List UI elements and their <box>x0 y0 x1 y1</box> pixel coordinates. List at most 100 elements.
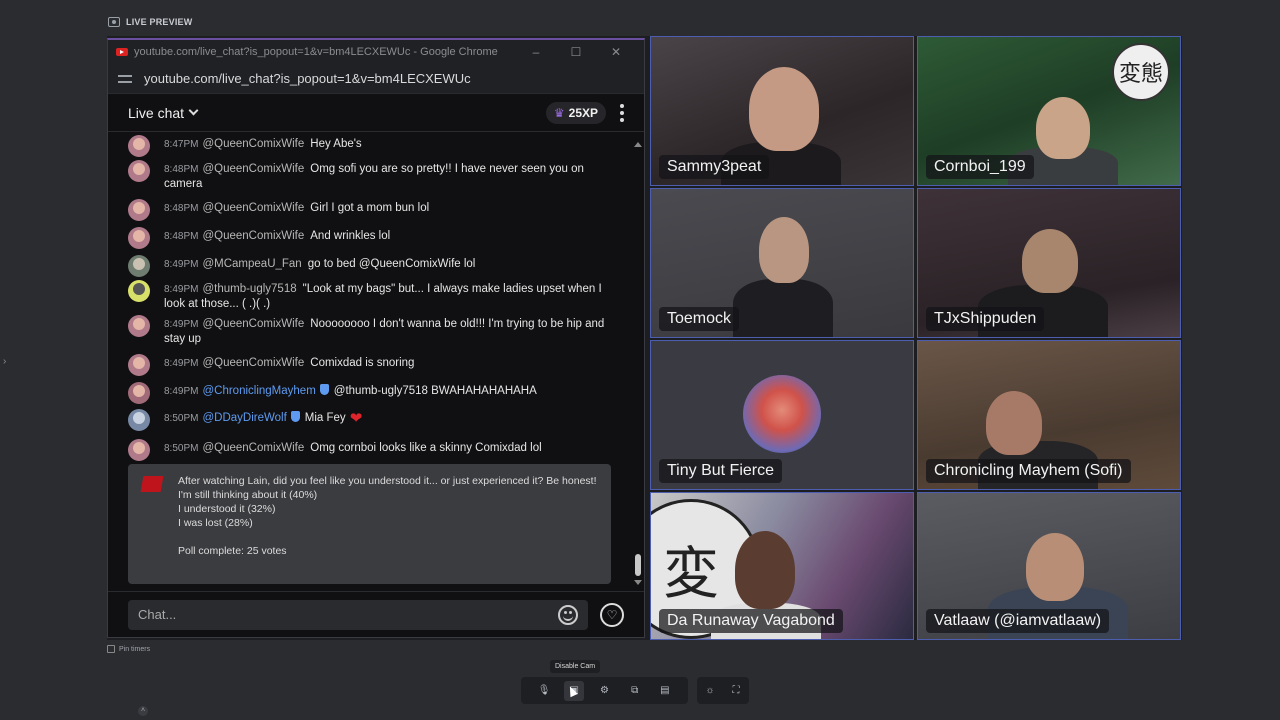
avatar[interactable] <box>128 280 150 302</box>
video-tile[interactable]: Sammy3peat <box>650 36 914 186</box>
video-tile[interactable]: TJxShippuden <box>917 188 1181 338</box>
chrome-popup-window: youtube.com/live_chat?is_popout=1&v=bm4L… <box>107 38 645 638</box>
message-author[interactable]: @QueenComixWife <box>202 230 304 242</box>
chat-message: 8:50PM @QueenComixWife Omg cornboi looks l… <box>128 439 608 461</box>
chat-message: 8:49PM @QueenComixWife Comixdad is snoring <box>128 354 608 376</box>
participant-name: Toemock <box>659 307 740 331</box>
poll-option: I understood it (32%) <box>178 503 276 515</box>
chat-message: 8:49PM @MCampeaU_Fan go to bed @QueenComix… <box>128 255 608 277</box>
chat-message: 8:49PM @QueenComixWife Noooooooo I don't w… <box>128 315 608 346</box>
participant-name: Da Runaway Vagabond <box>659 609 843 633</box>
heart-reaction-button[interactable]: ♡ <box>600 602 624 627</box>
message-time: 8:49PM <box>164 358 199 369</box>
message-text: Omg cornboi looks like a skinny Comixdad… <box>310 442 542 454</box>
pin-timers-checkbox[interactable] <box>107 645 115 653</box>
pin-timers-label: Pin timers <box>119 645 151 653</box>
message-author[interactable]: @QueenComixWife <box>202 202 304 214</box>
message-author[interactable]: @QueenComixWife <box>202 357 304 369</box>
message-text: go to bed @QueenComixWife lol <box>307 258 476 270</box>
gear-icon[interactable]: ⚙ <box>594 681 614 701</box>
youtube-icon <box>116 48 128 56</box>
chat-message: 8:48PM @QueenComixWife Girl I got a mom bu… <box>128 199 608 221</box>
video-tile[interactable]: Chronicling Mayhem (Sofi) <box>917 340 1181 490</box>
chat-input[interactable]: Chat... <box>128 599 588 630</box>
xp-value: 25XP <box>568 105 598 120</box>
avatar[interactable] <box>128 315 150 337</box>
more-options-icon[interactable] <box>620 103 624 122</box>
message-author[interactable]: @QueenComixWife <box>202 163 304 175</box>
message-text: Hey Abe's <box>310 138 362 150</box>
participant-name: Vatlaaw (@iamvatlaaw) <box>926 609 1110 633</box>
avatar[interactable] <box>128 409 150 431</box>
chat-message: 8:49PM @ChroniclingMayhem @thumb-ugly7518 … <box>128 382 608 404</box>
participant-avatar <box>743 375 821 453</box>
message-text: And wrinkles lol <box>310 230 391 242</box>
window-titlebar[interactable]: youtube.com/live_chat?is_popout=1&v=bm4L… <box>108 40 644 64</box>
microphone-icon[interactable]: 🎙 <box>534 681 554 701</box>
chat-message: 8:50PM @DDayDireWolf Mia Fey ❤ <box>128 409 608 431</box>
avatar[interactable] <box>128 382 150 404</box>
control-toolbar: 🎙 ▣ ⚙ ⧉ ▤ <box>521 677 688 704</box>
message-time: 8:49PM <box>164 259 199 270</box>
message-author[interactable]: @thumb-ugly7518 <box>202 283 296 295</box>
avatar[interactable] <box>128 135 150 157</box>
pin-timers-toggle[interactable]: Pin timers <box>107 645 150 653</box>
calendar-icon[interactable]: ▤ <box>655 681 675 701</box>
tooltip: Disable Cam <box>550 660 601 673</box>
collapse-up-icon[interactable]: ˄ <box>138 706 148 716</box>
url-text[interactable]: youtube.com/live_chat?is_popout=1&v=bm4L… <box>144 71 471 86</box>
video-tile[interactable]: Toemock <box>650 188 914 338</box>
view-toolbar: ☼ ⛶ <box>697 677 749 704</box>
message-author[interactable]: @MCampeaU_Fan <box>202 258 301 270</box>
chat-message: 8:49PM @thumb-ugly7518 "Look at my bags" b… <box>128 280 608 311</box>
video-tile[interactable]: 変 Da Runaway Vagabond <box>650 492 914 640</box>
screen-share-icon[interactable]: ⧉ <box>625 681 645 701</box>
poll-option: I'm still thinking about it (40%) <box>178 489 318 501</box>
brightness-icon[interactable]: ☼ <box>700 681 720 701</box>
message-author[interactable]: @DDayDireWolf <box>202 412 286 424</box>
preview-icon <box>108 17 120 27</box>
video-tile[interactable]: 変態 Cornboi_199 <box>917 36 1181 186</box>
avatar[interactable] <box>128 439 150 461</box>
fullscreen-exit-icon[interactable]: ⛶ <box>726 681 746 701</box>
address-bar[interactable]: youtube.com/live_chat?is_popout=1&v=bm4L… <box>108 64 644 94</box>
moderator-shield-icon <box>319 384 329 395</box>
chat-message: 8:48PM @QueenComixWife Omg sofi you are so… <box>128 160 608 191</box>
expand-left-icon[interactable]: › <box>3 356 6 367</box>
site-settings-icon[interactable] <box>118 73 132 85</box>
scrollbar-thumb[interactable] <box>635 554 641 576</box>
message-time: 8:47PM <box>164 139 199 150</box>
avatar[interactable] <box>128 227 150 249</box>
live-chat-dropdown[interactable]: Live chat <box>128 105 546 121</box>
avatar[interactable] <box>128 199 150 221</box>
poll-footer: Poll complete: 25 votes <box>178 545 287 557</box>
video-tile[interactable]: Vatlaaw (@iamvatlaaw) <box>917 492 1181 640</box>
heart-emoji-icon: ❤ <box>349 410 363 427</box>
message-text: Comixdad is snoring <box>310 357 415 369</box>
scroll-down-icon[interactable] <box>634 580 642 585</box>
emoji-icon[interactable] <box>558 604 578 625</box>
minimize-button[interactable]: – <box>516 45 556 59</box>
message-author[interactable]: @QueenComixWife <box>202 138 304 150</box>
scroll-up-icon[interactable] <box>634 142 642 147</box>
avatar[interactable] <box>128 255 150 277</box>
maximize-button[interactable]: ☐ <box>556 45 596 59</box>
message-time: 8:49PM <box>164 284 199 295</box>
close-button[interactable]: ✕ <box>596 45 636 59</box>
live-preview-label: LIVE PREVIEW <box>108 17 192 27</box>
participant-name: Tiny But Fierce <box>659 459 782 483</box>
avatar[interactable] <box>128 160 150 182</box>
avatar[interactable] <box>128 354 150 376</box>
participant-name: Chronicling Mayhem (Sofi) <box>926 459 1131 483</box>
message-text: Girl I got a mom bun lol <box>310 202 430 214</box>
chat-message: 8:47PM @QueenComixWife Hey Abe's <box>128 135 608 157</box>
message-author[interactable]: @ChroniclingMayhem <box>202 385 315 397</box>
moderator-shield-icon <box>290 411 300 422</box>
message-time: 8:48PM <box>164 231 199 242</box>
xp-badge[interactable]: ♛ 25XP <box>545 101 606 124</box>
chat-message-list[interactable]: 8:47PM @QueenComixWife Hey Abe's 8:48PM @Qu… <box>108 134 644 589</box>
message-author[interactable]: @QueenComixWife <box>202 318 304 330</box>
message-author[interactable]: @QueenComixWife <box>202 442 304 454</box>
video-tile[interactable]: Tiny But Fierce <box>650 340 914 490</box>
message-time: 8:49PM <box>164 386 199 397</box>
